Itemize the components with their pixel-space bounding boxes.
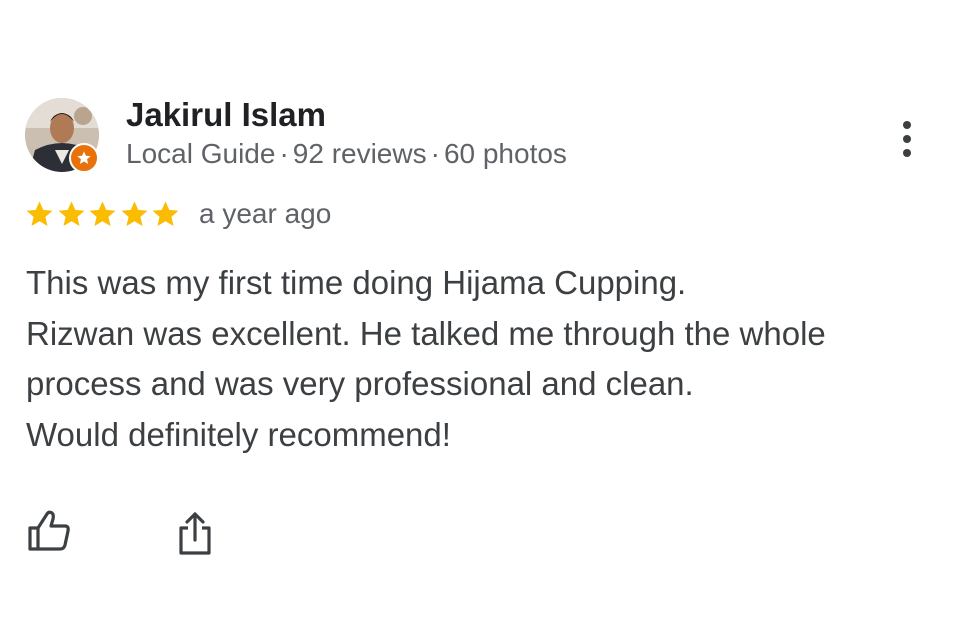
meta-separator: · [430, 138, 440, 169]
more-vert-icon-dot [903, 135, 911, 143]
more-vert-icon [903, 121, 911, 129]
review-text-line: Would definitely recommend! [26, 415, 451, 453]
star-icon [58, 200, 84, 226]
review-card: Jakirul Islam Local Guide · 92 reviews · 60 … [0, 0, 960, 629]
review-text-line: This was my first time doing Hijama Cupp… [26, 264, 687, 301]
thumbs-up-icon [28, 510, 70, 551]
more-vert-icon-dot [903, 149, 911, 157]
like-button[interactable] [26, 509, 72, 553]
meta-separator: · [279, 138, 289, 169]
local-guide-badge-icon [69, 143, 99, 173]
review-text-line: Rizwan was excellent. He talked me throu… [26, 314, 826, 352]
review-text: This was my first time doing Hijama Cupp… [26, 258, 926, 460]
star-icon [152, 200, 179, 226]
review-text-line: process and was very professional and cl… [26, 365, 694, 402]
photos-count: 60 photos [443, 138, 567, 169]
reviewer-meta: Local Guide · 92 reviews · 60 photos [126, 138, 567, 170]
reviewer-name[interactable]: Jakirul Islam [126, 96, 326, 134]
local-guide-label: Local Guide [126, 138, 276, 169]
star-icon [121, 200, 147, 226]
star-rating [24, 196, 182, 232]
reviews-count: 92 reviews [292, 138, 427, 169]
star-icon [89, 200, 116, 226]
share-button[interactable] [176, 510, 214, 556]
more-options-button[interactable] [890, 116, 924, 162]
review-time: a year ago [199, 198, 332, 229]
star-icon [26, 200, 53, 226]
share-icon [179, 512, 211, 555]
